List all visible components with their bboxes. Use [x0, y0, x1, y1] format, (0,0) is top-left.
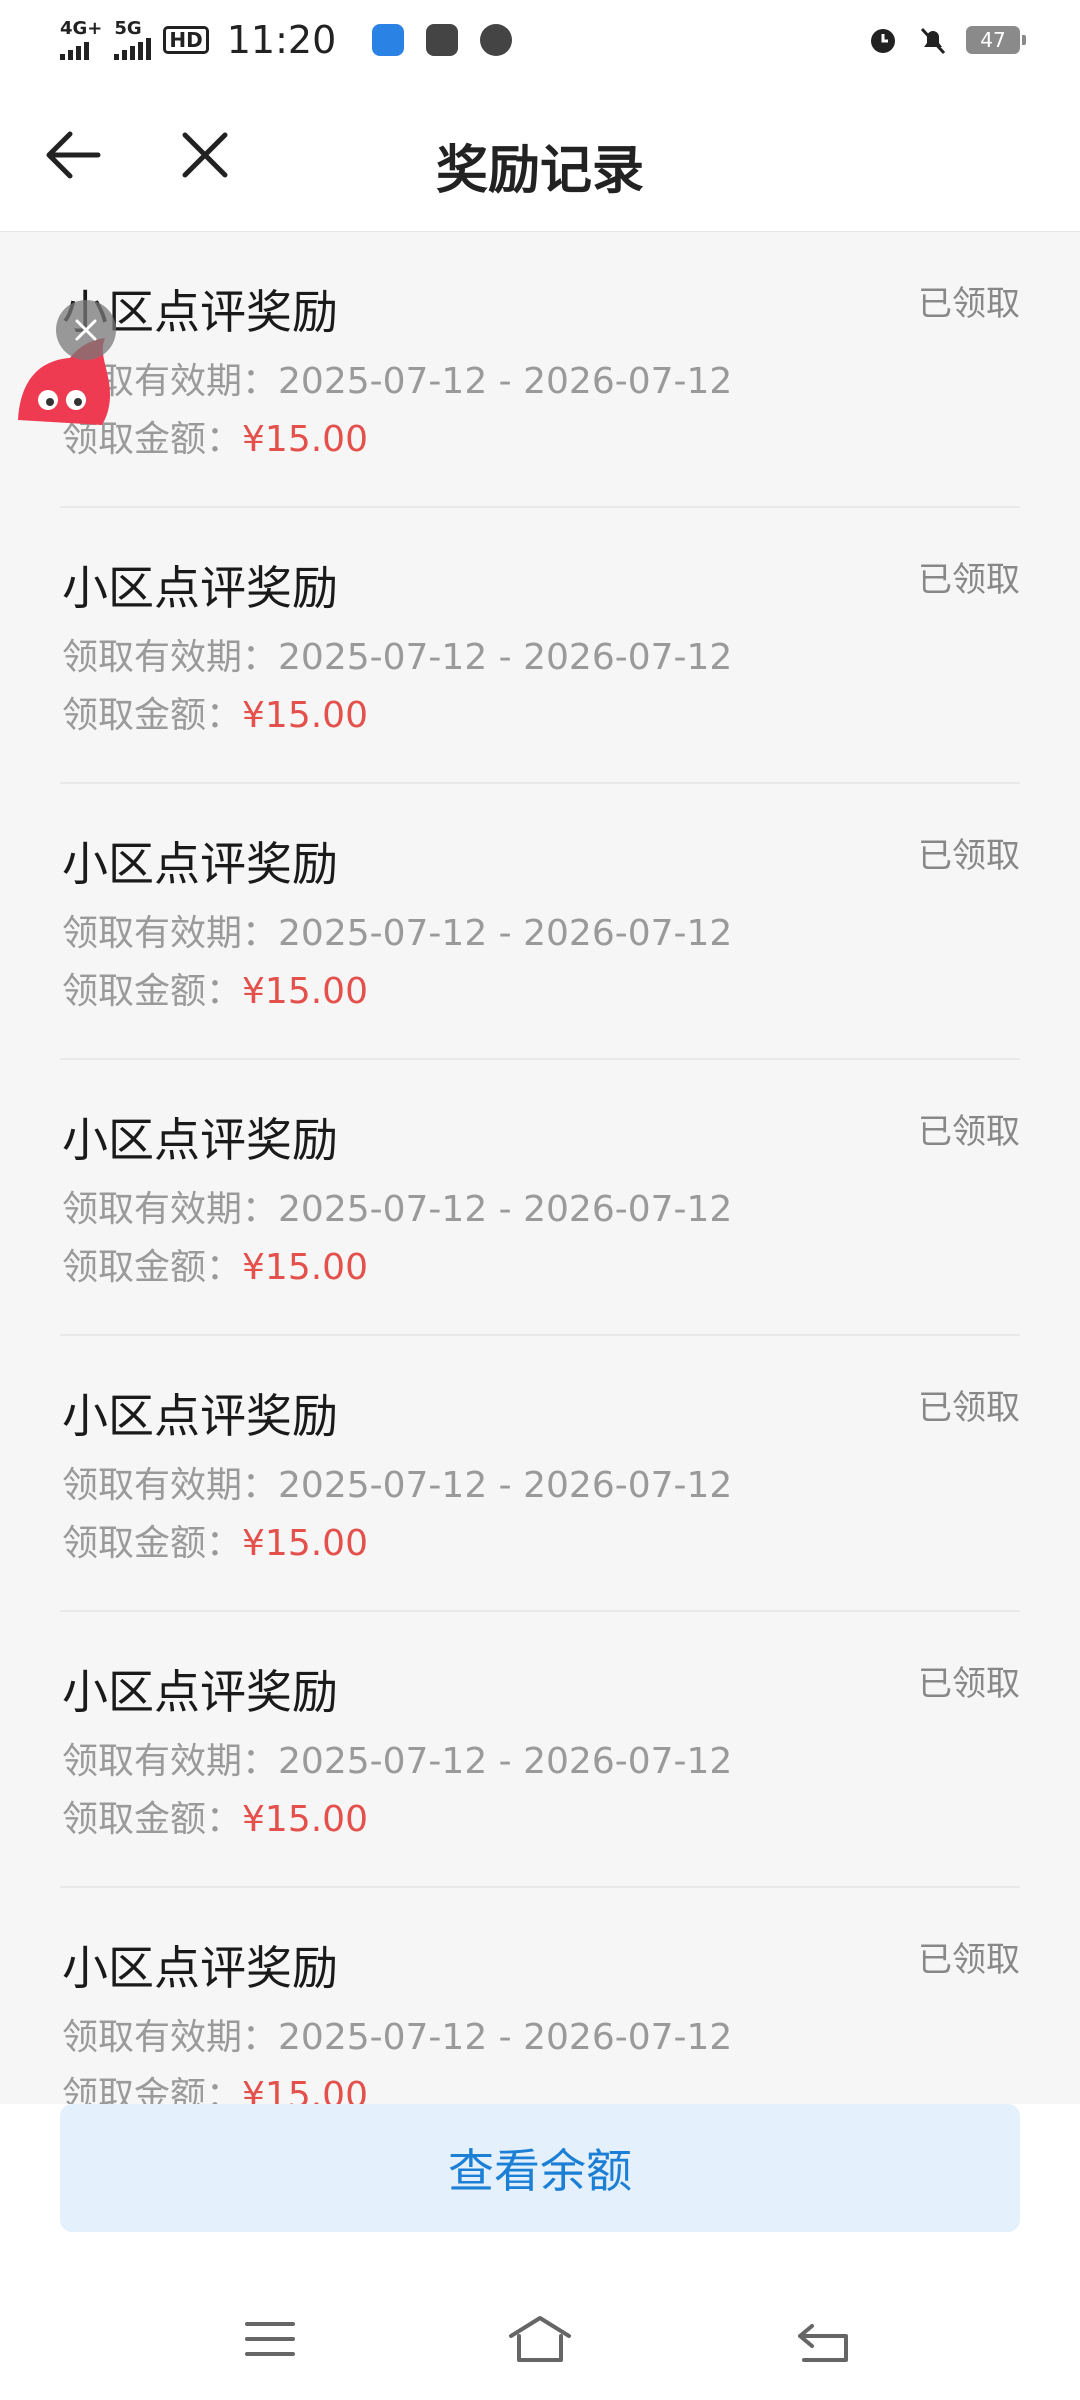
alarm-icon	[871, 29, 895, 53]
period-label: 领取有效期：	[62, 913, 279, 954]
list-item[interactable]: 小区点评奖励 已领取 领取有效期：2025-07-12 - 2026-07-12…	[60, 1888, 1020, 2104]
signal-bars-icon	[60, 38, 102, 60]
battery-level: 47	[980, 28, 1006, 52]
network-label-4g: 4G+	[60, 18, 103, 39]
signal-5g: 5G	[114, 18, 152, 60]
nav-bar: 奖励记录	[0, 80, 1080, 232]
bottom-area: 查看余额	[0, 2104, 1080, 2400]
list-item[interactable]: 小区点评奖励 已领取 领取有效期：2025-07-12 - 2026-07-12…	[60, 1336, 1020, 1612]
amount-label: 领取金额：	[62, 1799, 243, 1840]
close-icon	[75, 319, 97, 341]
signal-bars-icon	[114, 38, 152, 60]
record-status: 已领取	[918, 1112, 1020, 1152]
period-value: 2025-07-12 - 2026-07-12	[278, 637, 733, 678]
period-value: 2025-07-12 - 2026-07-12	[278, 2017, 733, 2058]
record-amount: 领取金额：¥15.00	[62, 686, 368, 738]
period-value: 2025-07-12 - 2026-07-12	[278, 361, 733, 402]
record-status: 已领取	[918, 560, 1020, 600]
list-item[interactable]: 小区点评奖励 已领取 领取有效期：2025-07-12 - 2026-07-12…	[60, 1060, 1020, 1336]
amount-label: 领取金额：	[62, 695, 243, 736]
period-value: 2025-07-12 - 2026-07-12	[278, 1189, 733, 1230]
amount-label: 领取金额：	[62, 2075, 243, 2104]
reward-record-list[interactable]: 小区点评奖励 已领取 领取有效期：2025-07-12 - 2026-07-12…	[0, 232, 1080, 2104]
record-period: 领取有效期：2025-07-12 - 2026-07-12	[62, 1180, 732, 1232]
period-label: 领取有效期：	[62, 1465, 279, 1506]
close-floating-button[interactable]	[56, 300, 116, 360]
period-label: 领取有效期：	[62, 1741, 279, 1782]
amount-label: 领取金额：	[62, 971, 243, 1012]
record-title: 小区点评奖励	[62, 1389, 338, 1443]
record-period: 领取有效期：2025-07-12 - 2026-07-12	[62, 628, 732, 680]
period-label: 领取有效期：	[62, 637, 279, 678]
menu-button[interactable]	[235, 2304, 305, 2374]
record-title: 小区点评奖励	[62, 561, 338, 615]
status-right: 47	[866, 23, 1026, 57]
battery-icon: 47	[966, 26, 1026, 54]
record-period: 领取有效期：2025-07-12 - 2026-07-12	[62, 352, 732, 404]
record-title: 小区点评奖励	[62, 1113, 338, 1167]
hd-voice-icon: HD	[163, 26, 209, 54]
record-period: 领取有效期：2025-07-12 - 2026-07-12	[62, 1456, 732, 1508]
amount-label: 领取金额：	[62, 1523, 243, 1564]
status-left: 4G+ 5G HD 11:20	[60, 18, 522, 62]
record-amount: 领取金额：¥15.00	[62, 1790, 368, 1842]
record-status: 已领取	[918, 836, 1020, 876]
amount-value: ¥15.00	[242, 1247, 368, 1288]
home-icon	[509, 2316, 571, 2362]
record-period: 领取有效期：2025-07-12 - 2026-07-12	[62, 1732, 732, 1784]
list-item[interactable]: 小区点评奖励 已领取 领取有效期：2025-07-12 - 2026-07-12…	[60, 508, 1020, 784]
menu-icon	[245, 2322, 295, 2356]
system-nav-bar	[0, 2304, 1080, 2374]
page-title: 奖励记录	[435, 141, 644, 201]
return-icon	[798, 2324, 848, 2362]
record-amount: 领取金额：¥15.00	[62, 1514, 368, 1566]
signal-4g: 4G+	[60, 20, 102, 60]
record-title: 小区点评奖励	[62, 1665, 338, 1719]
amount-value: ¥15.00	[242, 971, 368, 1012]
list-item[interactable]: 小区点评奖励 已领取 领取有效期：2025-07-12 - 2026-07-12…	[60, 784, 1020, 1060]
clock: 11:20	[226, 18, 337, 62]
amount-value: ¥15.00	[242, 695, 368, 736]
amount-label: 领取金额：	[62, 1247, 243, 1288]
period-label: 领取有效期：	[62, 1189, 279, 1230]
record-status: 已领取	[918, 1664, 1020, 1704]
status-bar: 4G+ 5G HD 11:20 47	[0, 0, 1080, 80]
list-item[interactable]: 小区点评奖励 已领取 领取有效期：2025-07-12 - 2026-07-12…	[60, 1612, 1020, 1888]
list-item[interactable]: 小区点评奖励 已领取 领取有效期：2025-07-12 - 2026-07-12…	[60, 232, 1020, 508]
book-icon	[426, 24, 459, 56]
amount-value: ¥15.00	[242, 1523, 368, 1564]
record-status: 已领取	[918, 284, 1020, 324]
period-value: 2025-07-12 - 2026-07-12	[278, 913, 733, 954]
record-period: 领取有效期：2025-07-12 - 2026-07-12	[62, 2008, 732, 2060]
amount-value: ¥15.00	[242, 1799, 368, 1840]
record-period: 领取有效期：2025-07-12 - 2026-07-12	[62, 904, 732, 956]
app-notification-icon	[480, 24, 513, 56]
record-title: 小区点评奖励	[62, 1941, 338, 1995]
record-title: 小区点评奖励	[62, 837, 338, 891]
period-value: 2025-07-12 - 2026-07-12	[278, 1741, 733, 1782]
record-status: 已领取	[918, 1388, 1020, 1428]
back-nav-button[interactable]	[790, 2304, 860, 2374]
view-balance-button[interactable]: 查看余额	[60, 2104, 1020, 2232]
amount-value: ¥15.00	[242, 2075, 368, 2104]
home-button[interactable]	[505, 2304, 575, 2374]
record-amount: 领取金额：¥15.00	[62, 1238, 368, 1290]
record-amount: 领取金额：¥15.00	[62, 962, 368, 1014]
amount-value: ¥15.00	[242, 419, 368, 460]
record-amount: 领取金额：¥15.00	[62, 2066, 368, 2104]
period-label: 领取有效期：	[62, 2017, 279, 2058]
network-label-5g: 5G	[114, 18, 142, 39]
period-value: 2025-07-12 - 2026-07-12	[278, 1465, 733, 1506]
record-status: 已领取	[918, 1940, 1020, 1980]
bell-muted-icon	[920, 27, 946, 55]
app-notification-icon	[372, 24, 405, 56]
